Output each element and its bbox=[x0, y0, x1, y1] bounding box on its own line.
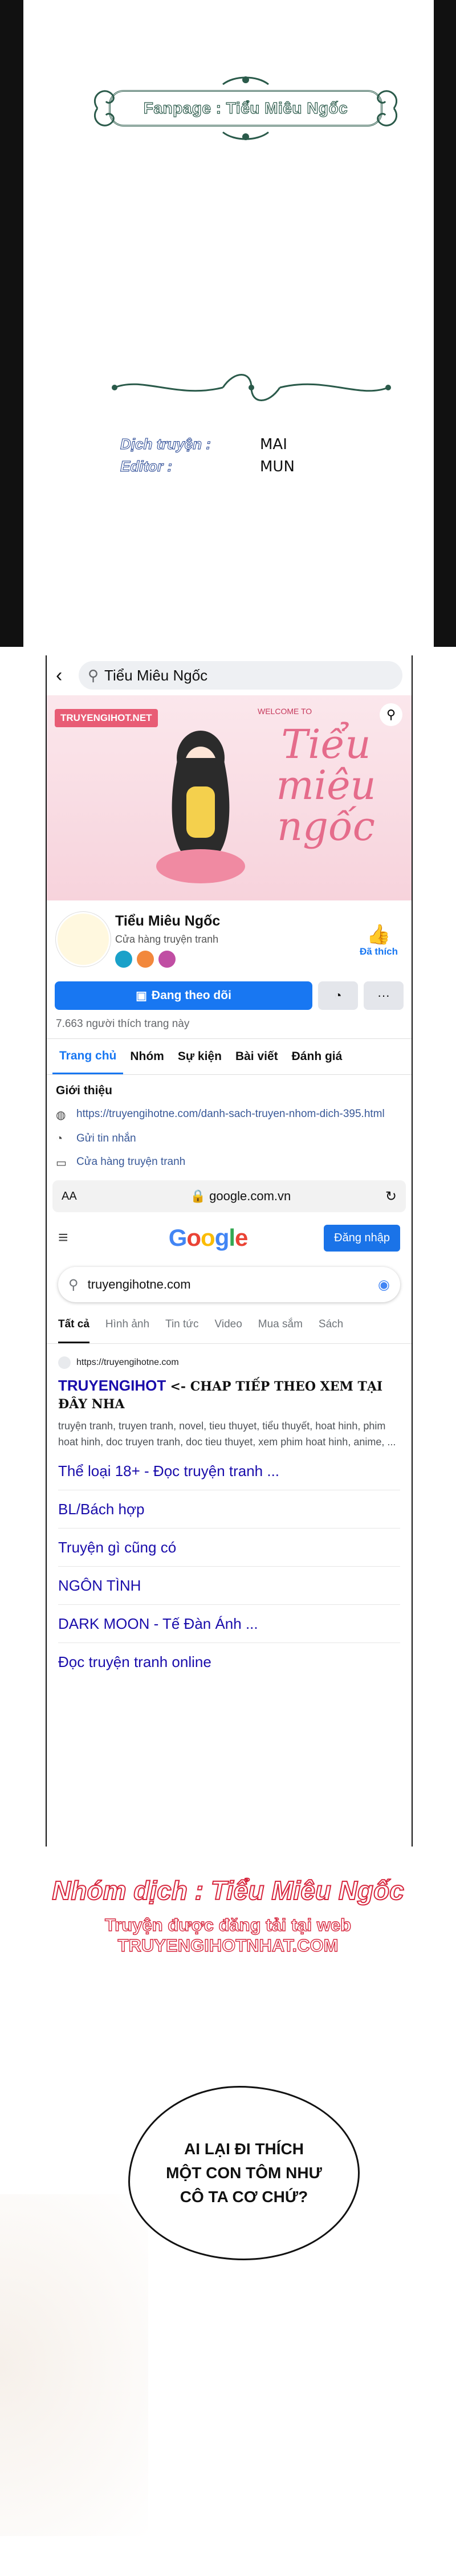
sitelink[interactable]: DARK MOON - Tế Đàn Ánh ... bbox=[58, 1605, 400, 1643]
about-section: Giới thiệu ◍ https://truyengihotne.com/d… bbox=[47, 1075, 412, 1170]
google-search-value: truyengihotne.com bbox=[87, 1277, 191, 1291]
cover-photo[interactable]: TRUYENGIHOT.NET WELCOME TO Tiểu miêu ngố… bbox=[47, 695, 412, 900]
translator-value: MAI bbox=[260, 436, 287, 453]
cover-girl-illustration-icon bbox=[156, 731, 245, 883]
credits-block: Dịch truyện : MAI Editor : MUN bbox=[120, 433, 295, 478]
about-message[interactable]: Gửi tin nhắn bbox=[76, 1132, 136, 1145]
page-name[interactable]: Tiểu Miêu Ngốc bbox=[115, 913, 220, 930]
back-arrow-icon[interactable]: ‹ bbox=[56, 665, 70, 687]
tab-news[interactable]: Tin tức bbox=[165, 1318, 198, 1343]
messenger-icon: ◔ bbox=[56, 1132, 63, 1145]
google-tabs: Tất cả Hình ảnh Tin tức Video Mua sắm Sá… bbox=[47, 1306, 412, 1344]
facebook-search-field[interactable]: ⚲ Tiểu Miêu Ngốc bbox=[79, 661, 402, 690]
search-icon: ⚲ bbox=[68, 1277, 79, 1293]
tab-all[interactable]: Tất cả bbox=[58, 1318, 89, 1343]
tab-images[interactable]: Hình ảnh bbox=[105, 1318, 149, 1343]
instagram-badge-icon[interactable] bbox=[137, 951, 154, 968]
signin-button[interactable]: Đăng nhập bbox=[324, 1224, 400, 1252]
speech-line-2: MỘT CON TÔM NHƯ bbox=[166, 2164, 322, 2182]
tab-home[interactable]: Trang chủ bbox=[52, 1039, 124, 1074]
result-site[interactable]: https://truyengihotne.com bbox=[58, 1356, 400, 1369]
search-result: https://truyengihotne.com TRUYENGIHOT <-… bbox=[47, 1344, 412, 1450]
search-icon: ⚲ bbox=[88, 666, 99, 684]
text-size-button[interactable]: AA bbox=[62, 1190, 96, 1203]
about-heading: Giới thiệu bbox=[56, 1084, 112, 1097]
about-website[interactable]: https://truyengihotne.com/danh-sach-truy… bbox=[76, 1108, 385, 1120]
folder-icon: ▭ bbox=[56, 1157, 67, 1169]
tab-video[interactable]: Video bbox=[215, 1318, 242, 1343]
translator-label: Dịch truyện : bbox=[120, 435, 211, 453]
cover-title: Tiểu miêu ngốc bbox=[276, 721, 376, 850]
divider-ornament-icon bbox=[112, 374, 391, 401]
promo-group-name: Nhóm dịch : Tiểu Miêu Ngốc bbox=[51, 1875, 405, 1906]
likes-count: 7.663 người thích trang này bbox=[56, 1018, 190, 1030]
thumbs-up-icon: 👍 bbox=[367, 924, 391, 945]
result-title-text: TRUYENGIHOT bbox=[58, 1377, 166, 1394]
tab-reviews[interactable]: Đánh giá bbox=[285, 1039, 349, 1074]
sitelink[interactable]: Đọc truyện tranh online bbox=[58, 1643, 400, 1681]
promo-website: Truyện được đăng tải tại web TRUYENGIHOT… bbox=[104, 1914, 352, 1955]
speech-line-3: CÔ TA CƠ CHỨ? bbox=[180, 2188, 308, 2206]
shop-badge-icon[interactable] bbox=[158, 951, 176, 968]
sitelink[interactable]: NGÔN TÌNH bbox=[58, 1567, 400, 1605]
google-header: ≡ Google Đăng nhập bbox=[47, 1212, 412, 1263]
speech-bubble: AI LẠI ĐI THÍCH MỘT CON TÔM NHƯ CÔ TA CƠ… bbox=[128, 2086, 360, 2260]
sitelink[interactable]: BL/Bách hợp bbox=[58, 1490, 400, 1529]
page-avatar[interactable] bbox=[56, 912, 111, 967]
tab-posts[interactable]: Bài viết bbox=[229, 1039, 285, 1074]
cover-site-label: TRUYENGIHOT.NET bbox=[55, 709, 158, 727]
lock-icon: 🔒 bbox=[190, 1189, 206, 1203]
editor-label: Editor : bbox=[120, 458, 173, 475]
address-field[interactable]: 🔒 google.com.vn bbox=[96, 1189, 385, 1204]
tab-shopping[interactable]: Mua sắm bbox=[258, 1318, 303, 1343]
fanpage-label: Fanpage : Tiểu Miêu Ngốc bbox=[143, 99, 348, 117]
page-profile: Tiểu Miêu Ngốc Cửa hàng truyện tranh 👍 Đ… bbox=[47, 900, 412, 992]
google-search-box[interactable]: ⚲ truyengihotne.com ◉ bbox=[58, 1267, 400, 1302]
fanpage-frame: Fanpage : Tiểu Miêu Ngốc bbox=[86, 74, 405, 142]
sitelink[interactable]: Thể loại 18+ - Đọc truyện tranh ... bbox=[58, 1452, 400, 1490]
fanpage-banner: Fanpage : Tiểu Miêu Ngốc bbox=[109, 90, 382, 127]
globe-icon: ◍ bbox=[56, 1109, 66, 1122]
about-message-row[interactable]: ◔ Gửi tin nhắn bbox=[56, 1132, 402, 1146]
hamburger-menu-icon[interactable]: ≡ bbox=[58, 1228, 92, 1248]
right-border bbox=[433, 0, 456, 647]
speech-line-1: AI LẠI ĐI THÍCH bbox=[184, 2140, 304, 2158]
phone-screenshot: ‹ ⚲ Tiểu Miêu Ngốc TRUYENGIHOT.NET WELCO… bbox=[46, 655, 413, 1847]
badge-icons bbox=[115, 951, 176, 968]
tab-events[interactable]: Sự kiện bbox=[171, 1039, 229, 1074]
favicon-icon bbox=[58, 1356, 71, 1369]
search-cover-icon[interactable]: ⚲ bbox=[380, 703, 402, 726]
browser-address-bar[interactable]: AA 🔒 google.com.vn ↻ bbox=[52, 1180, 406, 1212]
tab-groups[interactable]: Nhóm bbox=[123, 1039, 171, 1074]
result-title[interactable]: TRUYENGIHOT <- CHAP TIẾP THEO XEM TẠI ĐÂ… bbox=[58, 1377, 400, 1412]
page-category: Cửa hàng truyện tranh bbox=[115, 934, 219, 945]
result-snippet: truyện tranh, truyen tranh, novel, tieu … bbox=[58, 1420, 396, 1448]
page-tabs: Trang chủ Nhóm Sự kiện Bài viết Đánh giá bbox=[47, 1038, 412, 1075]
reload-icon[interactable]: ↻ bbox=[385, 1188, 397, 1205]
like-button[interactable]: 👍 Đã thích bbox=[360, 923, 398, 957]
sitelinks: Thể loại 18+ - Đọc truyện tranh ... BL/B… bbox=[47, 1450, 412, 1681]
google-lens-icon[interactable]: ◉ bbox=[378, 1277, 390, 1293]
about-website-row[interactable]: ◍ https://truyengihotne.com/danh-sach-tr… bbox=[56, 1108, 402, 1122]
like-label: Đã thích bbox=[359, 946, 398, 957]
facebook-top-bar: ‹ ⚲ Tiểu Miêu Ngốc bbox=[47, 655, 412, 695]
result-site-url: https://truyengihotne.com bbox=[76, 1358, 179, 1367]
facebook-search-value: Tiểu Miêu Ngốc bbox=[104, 666, 208, 684]
background-glow bbox=[0, 2194, 148, 2536]
cover-welcome: WELCOME TO bbox=[258, 707, 312, 716]
left-border bbox=[0, 0, 23, 647]
about-category: Cửa hàng truyện tranh bbox=[76, 1156, 186, 1168]
google-logo[interactable]: Google bbox=[92, 1224, 324, 1252]
about-category-row: ▭ Cửa hàng truyện tranh bbox=[56, 1156, 402, 1170]
credit-page: Fanpage : Tiểu Miêu Ngốc Dịch truyện : MA… bbox=[23, 0, 434, 647]
sitelink[interactable]: Truyện gì cũng có bbox=[58, 1529, 400, 1567]
tab-books[interactable]: Sách bbox=[319, 1318, 343, 1343]
messenger-badge-icon[interactable] bbox=[115, 951, 132, 968]
speech-text: AI LẠI ĐI THÍCH MỘT CON TÔM NHƯ CÔ TA CƠ… bbox=[166, 2137, 322, 2209]
editor-value: MUN bbox=[260, 458, 295, 475]
address-value: google.com.vn bbox=[209, 1189, 291, 1203]
